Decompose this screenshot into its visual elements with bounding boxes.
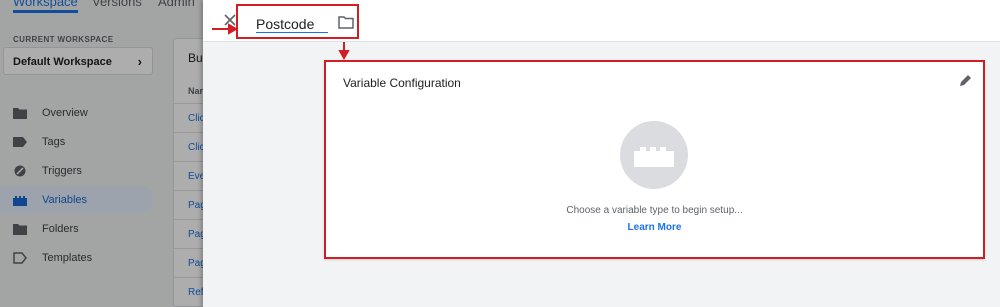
variable-editor-sheet: Variable Configuration Choose a variable… [203, 0, 1000, 307]
variable-configuration-card: Variable Configuration Choose a variable… [324, 60, 985, 259]
variable-name-highlight [236, 4, 359, 39]
sheet-header [203, 0, 1000, 42]
close-icon [224, 14, 236, 26]
close-button[interactable] [223, 13, 237, 27]
variable-name-input[interactable] [256, 15, 328, 33]
setup-prompt: Choose a variable type to begin setup... [566, 205, 743, 216]
modal-scrim[interactable] [0, 0, 205, 307]
folder-icon [338, 16, 354, 29]
choose-variable-type-button[interactable] [620, 121, 688, 189]
pencil-icon [960, 74, 972, 86]
folder-button[interactable] [338, 15, 354, 29]
card-title: Variable Configuration [343, 76, 461, 90]
edit-button[interactable] [959, 73, 973, 87]
learn-more-link[interactable]: Learn More [326, 222, 983, 233]
lego-block-icon [634, 147, 674, 167]
